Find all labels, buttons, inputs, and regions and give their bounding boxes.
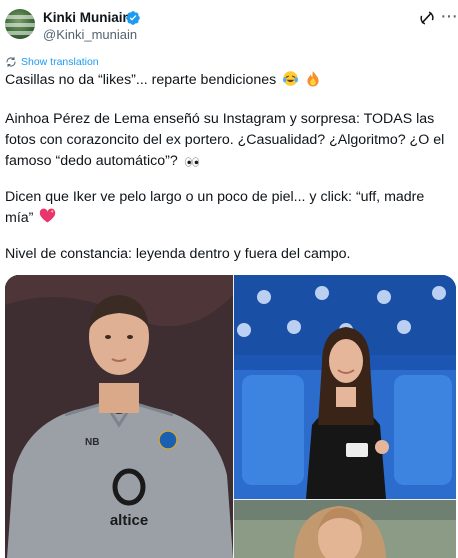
media-photo-woman-outdoor[interactable] — [234, 500, 456, 558]
tweet-media-grid: NB altice — [5, 275, 456, 558]
tweet-header: Kinki Muniain @Kinki_muniain ··· — [0, 0, 458, 50]
laughing-tears-emoji-icon — [283, 71, 299, 86]
author-handle[interactable]: @Kinki_muniain — [43, 27, 137, 42]
show-translation-label[interactable]: Show translation — [21, 56, 99, 68]
author-display-name[interactable]: Kinki Muniain — [43, 10, 131, 26]
tweet-paragraph-1: Casillas no da “likes”... reparte bendic… — [5, 70, 451, 91]
verified-badge-icon — [126, 11, 140, 25]
svg-text:NB: NB — [85, 437, 99, 448]
media-photo-goalkeeper[interactable]: NB altice — [5, 275, 233, 558]
svg-text:altice: altice — [110, 512, 148, 529]
media-photo-stadium-woman[interactable] — [234, 275, 456, 499]
translate-icon — [6, 57, 16, 67]
tweet-paragraph-4: Nivel de constancia: leyenda dentro y fu… — [5, 246, 351, 262]
tweet-paragraph-3: Dicen que Iker ve pelo largo o un poco d… — [5, 189, 425, 226]
tweet-paragraph-2: Ainhoa Pérez de Lema enseñó su Instagram… — [5, 111, 445, 169]
eyes-emoji-icon — [184, 157, 199, 167]
grok-icon[interactable] — [418, 9, 436, 27]
show-translation-link[interactable]: Show translation — [5, 55, 99, 69]
author-avatar[interactable] — [5, 9, 35, 39]
more-options-icon[interactable]: ··· — [440, 5, 458, 27]
sparkling-heart-emoji-icon — [40, 208, 56, 223]
fire-emoji-icon — [307, 71, 319, 87]
